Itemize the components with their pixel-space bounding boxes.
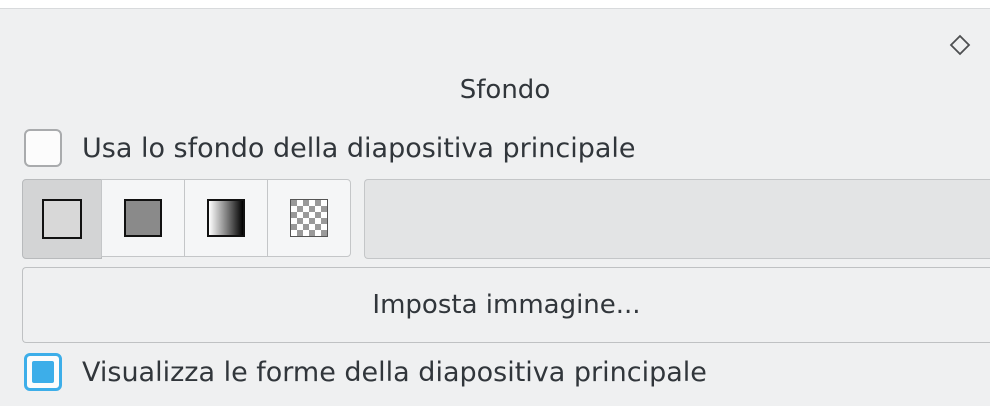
use-master-background-checkbox[interactable] — [24, 129, 62, 167]
set-image-button[interactable]: Imposta immagine... — [22, 267, 990, 343]
use-master-background-label: Usa lo sfondo della diapositiva principa… — [82, 132, 636, 164]
fill-type-toolbar — [22, 179, 351, 259]
checkbox-checked-indicator — [32, 361, 54, 383]
fill-color-button[interactable] — [101, 179, 185, 257]
use-master-background-row[interactable]: Usa lo sfondo della diapositiva principa… — [24, 129, 636, 167]
diamond-pin-icon[interactable] — [948, 33, 972, 57]
gradient-icon — [207, 199, 245, 237]
background-panel: Sfondo Usa lo sfondo della diapositiva p… — [0, 8, 990, 406]
panel-title: Sfondo — [459, 75, 551, 105]
fill-gradient-button[interactable] — [184, 179, 268, 257]
solid-color-icon — [124, 199, 162, 237]
fill-options-field[interactable] — [364, 179, 990, 259]
no-fill-icon — [42, 199, 82, 239]
show-master-shapes-checkbox[interactable] — [24, 353, 62, 391]
pattern-icon — [290, 199, 328, 237]
fill-pattern-button[interactable] — [267, 179, 351, 257]
show-master-shapes-label: Visualizza le forme della diapositiva pr… — [82, 356, 707, 388]
show-master-shapes-row[interactable]: Visualizza le forme della diapositiva pr… — [24, 353, 707, 391]
fill-none-button[interactable] — [22, 179, 102, 259]
